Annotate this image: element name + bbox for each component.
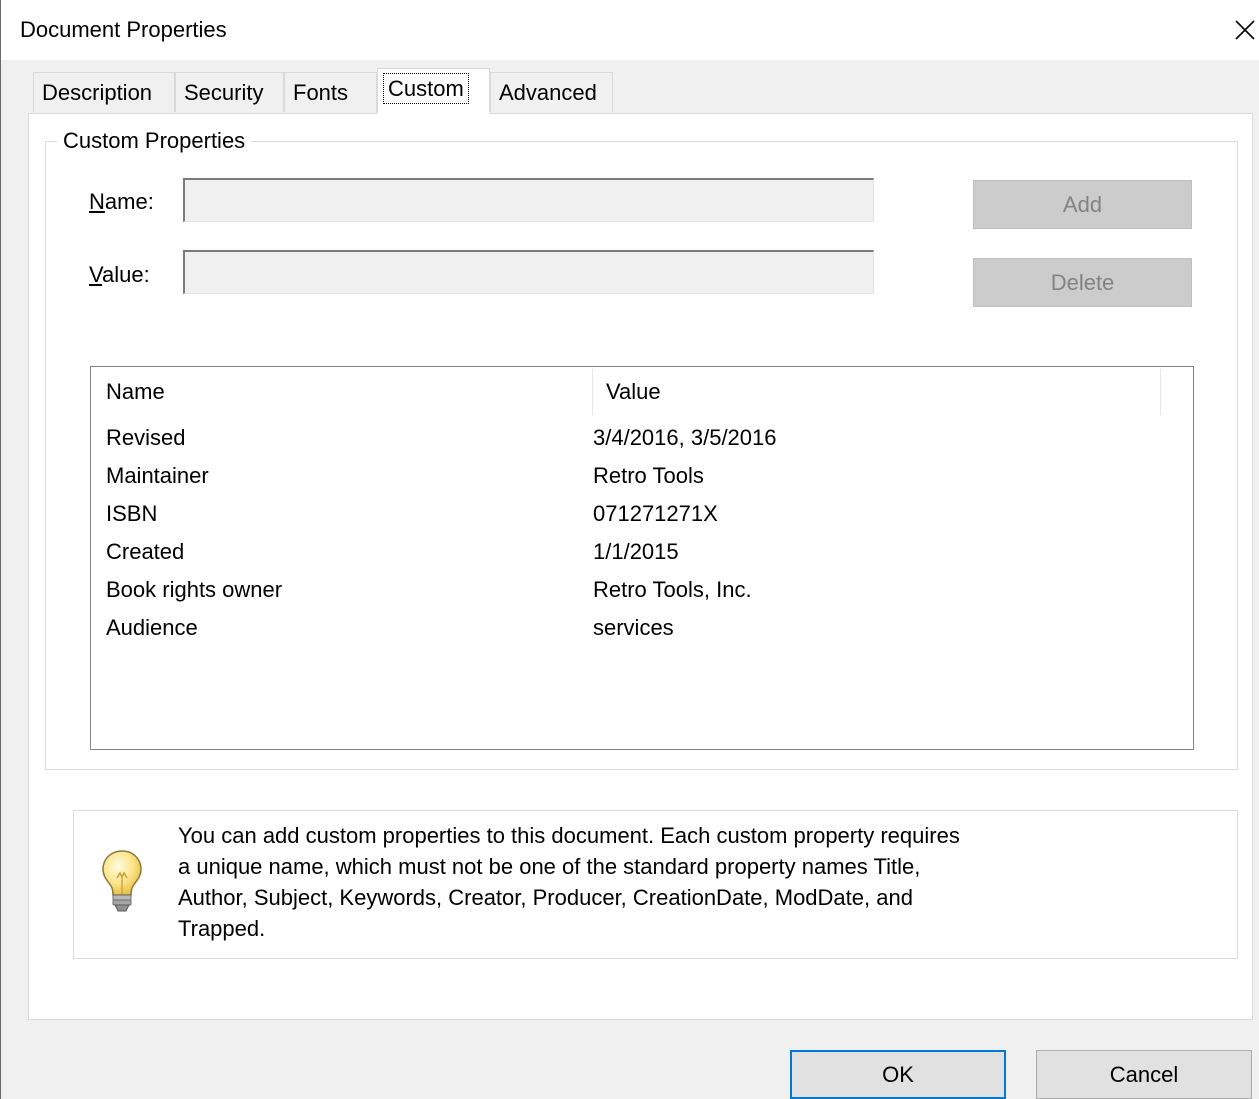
list-item[interactable]: Created 1/1/2015: [91, 533, 1191, 571]
name-input[interactable]: [183, 178, 874, 222]
close-icon: [1234, 20, 1255, 40]
tab-security[interactable]: Security: [175, 72, 284, 112]
tab-label: Custom: [383, 73, 469, 104]
tab-label: Description: [42, 80, 153, 105]
custom-properties-list[interactable]: Name Value Revised 3/4/2016, 3/5/2016 Ma…: [90, 366, 1194, 750]
cancel-button[interactable]: Cancel: [1036, 1050, 1252, 1099]
property-value: services: [593, 615, 674, 640]
property-name: Created: [106, 539, 185, 564]
property-value: Retro Tools, Inc.: [593, 577, 752, 602]
info-line: You can add custom properties to this do…: [178, 823, 960, 848]
column-divider[interactable]: [1160, 369, 1161, 415]
name-label: Name:: [89, 189, 154, 214]
tab-label: Fonts: [293, 80, 349, 105]
list-header: Name Value: [91, 367, 1161, 417]
list-item[interactable]: ISBN 071271271X: [91, 495, 1191, 533]
list-item[interactable]: Audience services: [91, 609, 1191, 647]
property-value: Retro Tools: [593, 463, 704, 488]
delete-button[interactable]: Delete: [973, 258, 1192, 307]
title-bar: Document Properties: [1, 0, 1259, 60]
tab-advanced[interactable]: Advanced: [490, 72, 613, 112]
list-item[interactable]: Book rights owner Retro Tools, Inc.: [91, 571, 1191, 609]
ok-button[interactable]: OK: [790, 1050, 1006, 1099]
info-line: Trapped.: [178, 916, 266, 941]
property-name: Audience: [106, 615, 198, 640]
property-name: Book rights owner: [106, 577, 283, 602]
info-text: You can add custom properties to this do…: [178, 820, 1078, 944]
list-item[interactable]: Revised 3/4/2016, 3/5/2016: [91, 419, 1191, 457]
column-header-name[interactable]: Name: [106, 379, 165, 405]
property-name: Maintainer: [106, 463, 209, 488]
property-value: 3/4/2016, 3/5/2016: [593, 425, 777, 450]
property-value: 1/1/2015: [593, 539, 679, 564]
tab-label: Security: [184, 80, 264, 105]
info-line: Author, Subject, Keywords, Creator, Prod…: [178, 885, 913, 910]
column-header-value[interactable]: Value: [606, 379, 661, 405]
info-line: a unique name, which must not be one of …: [178, 854, 921, 879]
tab-custom[interactable]: Custom: [377, 68, 490, 114]
dialog-title: Document Properties: [20, 17, 227, 42]
value-input[interactable]: [183, 250, 874, 294]
property-name: ISBN: [106, 501, 158, 526]
property-name: Revised: [106, 425, 186, 450]
lightbulb-icon: [102, 850, 142, 912]
value-label: Value:: [89, 262, 150, 287]
list-item[interactable]: Maintainer Retro Tools: [91, 457, 1191, 495]
property-value: 071271271X: [593, 501, 718, 526]
group-title: Custom Properties: [57, 128, 252, 154]
tab-fonts[interactable]: Fonts: [284, 72, 377, 112]
column-divider[interactable]: [592, 369, 593, 415]
tab-label: Advanced: [499, 80, 597, 105]
add-button[interactable]: Add: [973, 180, 1192, 229]
tab-description[interactable]: Description: [33, 72, 175, 112]
close-button[interactable]: [1229, 12, 1259, 48]
document-properties-dialog: Document Properties Description Security…: [0, 0, 1259, 1099]
